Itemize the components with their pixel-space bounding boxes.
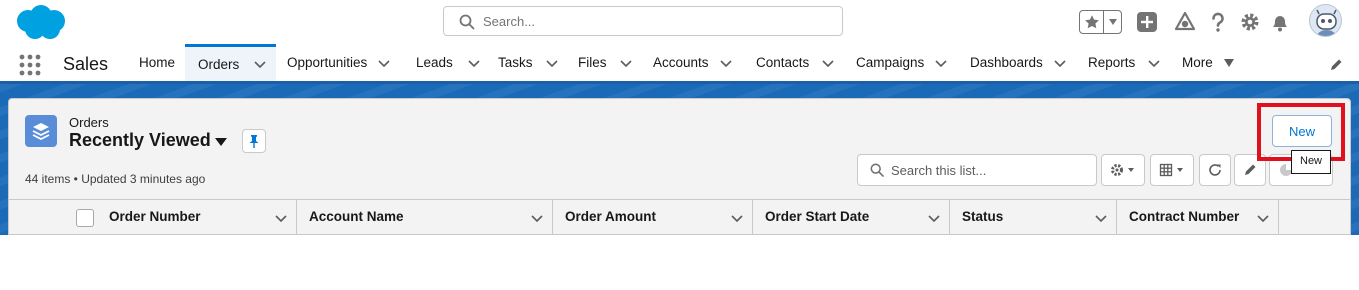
chevron-down-icon[interactable]	[927, 211, 941, 225]
column-label: Account Name	[309, 209, 404, 224]
edit-nav-pencil-icon[interactable]	[1329, 58, 1343, 72]
pencil-icon	[1245, 164, 1256, 175]
column-label: Order Amount	[565, 209, 656, 224]
nav-item-dashboards[interactable]: Dashboards	[959, 44, 1077, 81]
chevron-down-icon[interactable]	[545, 56, 559, 70]
table-dropdown-icon	[1159, 163, 1183, 177]
nav-item-orders[interactable]: Orders	[185, 44, 276, 81]
nav-item-label: Accounts	[653, 55, 709, 70]
favorites-button[interactable]	[1079, 10, 1122, 34]
nav-item-label: Opportunities	[287, 55, 368, 70]
column-header-order-number[interactable]: Order Number	[97, 200, 297, 234]
app-name: Sales	[63, 54, 109, 74]
nav-item-label: Leads	[416, 55, 453, 70]
chevron-down-icon[interactable]	[377, 56, 391, 70]
empty-content-area	[0, 235, 1359, 290]
app-launcher-icon[interactable]	[19, 54, 41, 76]
chevron-down-icon[interactable]	[1094, 211, 1108, 225]
column-label: Order Start Date	[765, 209, 870, 224]
chevron-down-icon[interactable]	[1147, 56, 1161, 70]
nav-item-home[interactable]: Home	[127, 44, 185, 81]
chevron-down-icon[interactable]	[274, 211, 288, 225]
nav-item-campaigns[interactable]: Campaigns	[845, 44, 957, 81]
column-header-order-start-date[interactable]: Order Start Date	[753, 200, 950, 234]
nav-item-accounts[interactable]: Accounts	[642, 44, 742, 81]
nav-item-opportunities[interactable]: Opportunities	[276, 44, 398, 81]
nav-item-label: Orders	[198, 56, 240, 72]
list-view-header: Orders Recently Viewed 44 items • Update…	[8, 98, 1351, 235]
display-as-table-button[interactable]	[1150, 154, 1194, 186]
global-search-input[interactable]: Search...	[443, 6, 843, 36]
notifications-bell-icon[interactable]	[1269, 11, 1291, 33]
list-search-placeholder: Search this list...	[891, 163, 987, 178]
caret-down-icon[interactable]	[1223, 58, 1235, 68]
refresh-button[interactable]	[1199, 154, 1231, 186]
chevron-down-icon[interactable]	[730, 211, 744, 225]
help-icon[interactable]	[1207, 11, 1229, 33]
list-meta-status: 44 items • Updated 3 minutes ago	[25, 172, 206, 186]
gear-dropdown-icon	[1111, 164, 1134, 176]
list-view-title[interactable]: Recently Viewed	[69, 130, 211, 151]
pin-icon	[249, 135, 259, 148]
nav-item-files[interactable]: Files	[567, 44, 637, 81]
chevron-down-icon[interactable]	[821, 56, 835, 70]
app-nav-bar: Sales Home Orders Opportunities Leads Ta…	[0, 44, 1359, 84]
chevron-down-icon[interactable]	[530, 211, 544, 225]
favorites-dropdown-icon[interactable]	[1103, 11, 1121, 33]
list-view-controls-button[interactable]	[1101, 154, 1145, 186]
orders-object-icon	[25, 115, 57, 147]
stacked-layers-icon	[32, 123, 50, 141]
column-header-account-name[interactable]: Account Name	[297, 200, 553, 234]
nav-item-label: More	[1182, 55, 1213, 70]
column-label: Contract Number	[1129, 209, 1240, 224]
column-label: Status	[962, 209, 1004, 224]
new-button-tooltip: New	[1291, 150, 1331, 174]
search-icon	[459, 14, 475, 30]
refresh-icon	[1209, 164, 1221, 176]
nav-item-tasks[interactable]: Tasks	[487, 44, 566, 81]
chevron-down-icon[interactable]	[1256, 211, 1270, 225]
nav-item-label: Home	[139, 55, 176, 70]
column-label: Order Number	[109, 209, 201, 224]
global-search-placeholder: Search...	[483, 14, 536, 29]
nav-item-label: Contacts	[756, 55, 810, 70]
chevron-down-icon[interactable]	[467, 56, 481, 70]
table-header-row: Order Number Account Name Order Amount O…	[9, 199, 1350, 234]
favorites-star-icon[interactable]	[1080, 11, 1103, 33]
nav-item-label: Reports	[1088, 55, 1136, 70]
search-this-list-input[interactable]: Search this list...	[857, 154, 1097, 186]
salesforce-logo[interactable]	[10, 4, 70, 42]
nav-item-label: Tasks	[498, 55, 533, 70]
setup-gear-icon[interactable]	[1239, 11, 1261, 33]
column-header-order-amount[interactable]: Order Amount	[553, 200, 753, 234]
nav-item-label: Campaigns	[856, 55, 925, 70]
global-add-icon[interactable]	[1136, 11, 1158, 33]
chevron-down-icon[interactable]	[1053, 56, 1067, 70]
select-all-checkbox[interactable]	[76, 209, 94, 227]
nav-item-label: Files	[578, 55, 607, 70]
nav-item-leads[interactable]: Leads	[405, 44, 483, 81]
user-avatar[interactable]	[1309, 4, 1342, 37]
nav-item-contacts[interactable]: Contacts	[745, 44, 845, 81]
global-header: Search...	[0, 0, 1359, 44]
search-icon	[870, 163, 884, 177]
list-view-picker-caret-icon[interactable]	[215, 138, 227, 146]
nav-item-more[interactable]: More	[1171, 44, 1241, 81]
chevron-down-icon[interactable]	[719, 56, 733, 70]
chevron-down-icon[interactable]	[253, 57, 267, 71]
trailhead-icon[interactable]	[1174, 11, 1196, 33]
chevron-down-icon[interactable]	[619, 56, 633, 70]
column-header-status[interactable]: Status	[950, 200, 1117, 234]
nav-item-label: Dashboards	[970, 55, 1043, 70]
pin-list-button[interactable]	[242, 129, 266, 153]
column-header-contract-number[interactable]: Contract Number	[1117, 200, 1279, 234]
chevron-down-icon[interactable]	[934, 56, 948, 70]
object-label: Orders	[69, 115, 109, 130]
nav-item-reports[interactable]: Reports	[1077, 44, 1173, 81]
